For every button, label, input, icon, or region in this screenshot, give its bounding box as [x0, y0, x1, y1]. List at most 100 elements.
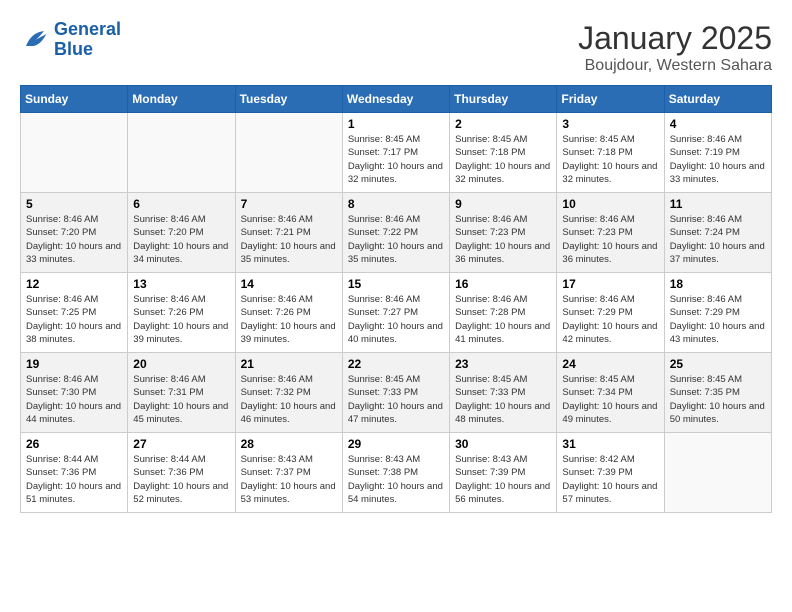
day-number: 4: [670, 117, 766, 131]
calendar-week-row: 19Sunrise: 8:46 AMSunset: 7:30 PMDayligh…: [21, 353, 772, 433]
calendar-day-cell: 12 Sunrise: 8:46 AMSunset: 7:25 PMDayligh…: [21, 273, 128, 353]
calendar-day-cell: [128, 113, 235, 193]
day-info: Sunrise: 8:46 AMSunset: 7:30 PMDaylight:…: [26, 373, 122, 426]
calendar-week-row: 5 Sunrise: 8:46 AMSunset: 7:20 PMDaylight…: [21, 193, 772, 273]
day-info: Sunrise: 8:46 AMSunset: 7:32 PMDaylight:…: [241, 373, 337, 426]
calendar-day-cell: 9Sunrise: 8:46 AMSunset: 7:23 PMDaylight…: [450, 193, 557, 273]
day-info: Sunrise: 8:46 AMSunset: 7:23 PMDaylight:…: [562, 213, 658, 266]
calendar-day-cell: 22Sunrise: 8:45 AMSunset: 7:33 PMDayligh…: [342, 353, 449, 433]
day-number: 9: [455, 197, 551, 211]
day-number: 13: [133, 277, 229, 291]
day-info: Sunrise: 8:46 AMSunset: 7:19 PMDaylight:…: [670, 133, 766, 186]
calendar-header-row: SundayMondayTuesdayWednesdayThursdayFrid…: [21, 86, 772, 113]
day-info: Sunrise: 8:45 AMSunset: 7:33 PMDaylight:…: [455, 373, 551, 426]
calendar-day-cell: 6 Sunrise: 8:46 AMSunset: 7:20 PMDaylight…: [128, 193, 235, 273]
day-info: Sunrise: 8:46 AMSunset: 7:20 PMDaylight:…: [133, 213, 229, 266]
day-info: Sunrise: 8:46 AMSunset: 7:26 PMDaylight:…: [241, 293, 337, 346]
calendar-day-cell: 4 Sunrise: 8:46 AMSunset: 7:19 PMDaylight…: [664, 113, 771, 193]
calendar-day-cell: 27 Sunrise: 8:44 AMSunset: 7:36 PMDayligh…: [128, 433, 235, 513]
logo-bird-icon: [20, 25, 50, 55]
day-info: Sunrise: 8:45 AMSunset: 7:35 PMDaylight:…: [670, 373, 766, 426]
calendar-header-monday: Monday: [128, 86, 235, 113]
calendar-day-cell: 26 Sunrise: 8:44 AMSunset: 7:36 PMDayligh…: [21, 433, 128, 513]
day-number: 17: [562, 277, 658, 291]
day-info: Sunrise: 8:46 AMSunset: 7:25 PMDaylight:…: [26, 293, 122, 346]
day-number: 1: [348, 117, 444, 131]
day-number: 6: [133, 197, 229, 211]
day-info: Sunrise: 8:46 AMSunset: 7:24 PMDaylight:…: [670, 213, 766, 266]
logo: General Blue: [20, 20, 121, 60]
calendar-day-cell: 14 Sunrise: 8:46 AMSunset: 7:26 PMDayligh…: [235, 273, 342, 353]
calendar-day-cell: 24Sunrise: 8:45 AMSunset: 7:34 PMDayligh…: [557, 353, 664, 433]
day-info: Sunrise: 8:46 AMSunset: 7:31 PMDaylight:…: [133, 373, 229, 426]
day-info: Sunrise: 8:45 AMSunset: 7:18 PMDaylight:…: [455, 133, 551, 186]
day-number: 16: [455, 277, 551, 291]
day-number: 29: [348, 437, 444, 451]
calendar-week-row: 12 Sunrise: 8:46 AMSunset: 7:25 PMDayligh…: [21, 273, 772, 353]
day-number: 14: [241, 277, 337, 291]
day-number: 23: [455, 357, 551, 371]
day-info: Sunrise: 8:46 AMSunset: 7:20 PMDaylight:…: [26, 213, 122, 266]
day-info: Sunrise: 8:46 AMSunset: 7:22 PMDaylight:…: [348, 213, 444, 266]
day-info: Sunrise: 8:43 AMSunset: 7:39 PMDaylight:…: [455, 453, 551, 506]
calendar-header-sunday: Sunday: [21, 86, 128, 113]
location: Boujdour, Western Sahara: [578, 57, 772, 75]
calendar-day-cell: 15 Sunrise: 8:46 AMSunset: 7:27 PMDayligh…: [342, 273, 449, 353]
calendar-header-friday: Friday: [557, 86, 664, 113]
day-number: 22: [348, 357, 444, 371]
day-info: Sunrise: 8:43 AMSunset: 7:38 PMDaylight:…: [348, 453, 444, 506]
calendar-day-cell: 29 Sunrise: 8:43 AMSunset: 7:38 PMDayligh…: [342, 433, 449, 513]
calendar-week-row: 26 Sunrise: 8:44 AMSunset: 7:36 PMDayligh…: [21, 433, 772, 513]
calendar-day-cell: 1 Sunrise: 8:45 AMSunset: 7:17 PMDaylight…: [342, 113, 449, 193]
day-number: 18: [670, 277, 766, 291]
day-info: Sunrise: 8:46 AMSunset: 7:29 PMDaylight:…: [562, 293, 658, 346]
day-number: 30: [455, 437, 551, 451]
calendar-day-cell: 11 Sunrise: 8:46 AMSunset: 7:24 PMDayligh…: [664, 193, 771, 273]
calendar-day-cell: 25 Sunrise: 8:45 AMSunset: 7:35 PMDayligh…: [664, 353, 771, 433]
calendar-header-thursday: Thursday: [450, 86, 557, 113]
day-number: 25: [670, 357, 766, 371]
calendar-day-cell: 31Sunrise: 8:42 AMSunset: 7:39 PMDayligh…: [557, 433, 664, 513]
day-info: Sunrise: 8:46 AMSunset: 7:27 PMDaylight:…: [348, 293, 444, 346]
day-number: 7: [241, 197, 337, 211]
day-info: Sunrise: 8:45 AMSunset: 7:17 PMDaylight:…: [348, 133, 444, 186]
calendar-day-cell: 16Sunrise: 8:46 AMSunset: 7:28 PMDayligh…: [450, 273, 557, 353]
calendar-day-cell: 5 Sunrise: 8:46 AMSunset: 7:20 PMDaylight…: [21, 193, 128, 273]
calendar-day-cell: [235, 113, 342, 193]
day-number: 12: [26, 277, 122, 291]
calendar-day-cell: 7 Sunrise: 8:46 AMSunset: 7:21 PMDaylight…: [235, 193, 342, 273]
day-info: Sunrise: 8:46 AMSunset: 7:21 PMDaylight:…: [241, 213, 337, 266]
calendar-day-cell: 3 Sunrise: 8:45 AMSunset: 7:18 PMDaylight…: [557, 113, 664, 193]
day-info: Sunrise: 8:45 AMSunset: 7:34 PMDaylight:…: [562, 373, 658, 426]
day-info: Sunrise: 8:46 AMSunset: 7:26 PMDaylight:…: [133, 293, 229, 346]
day-number: 26: [26, 437, 122, 451]
day-number: 15: [348, 277, 444, 291]
month-title: January 2025: [578, 20, 772, 57]
day-number: 28: [241, 437, 337, 451]
day-number: 27: [133, 437, 229, 451]
day-number: 5: [26, 197, 122, 211]
logo-text: General Blue: [54, 20, 121, 60]
day-info: Sunrise: 8:46 AMSunset: 7:29 PMDaylight:…: [670, 293, 766, 346]
calendar-day-cell: 20 Sunrise: 8:46 AMSunset: 7:31 PMDayligh…: [128, 353, 235, 433]
calendar-day-cell: 10 Sunrise: 8:46 AMSunset: 7:23 PMDayligh…: [557, 193, 664, 273]
day-number: 3: [562, 117, 658, 131]
title-block: January 2025 Boujdour, Western Sahara: [578, 20, 772, 75]
calendar-table: SundayMondayTuesdayWednesdayThursdayFrid…: [20, 85, 772, 513]
calendar-day-cell: [21, 113, 128, 193]
day-info: Sunrise: 8:43 AMSunset: 7:37 PMDaylight:…: [241, 453, 337, 506]
day-number: 11: [670, 197, 766, 211]
day-number: 20: [133, 357, 229, 371]
day-info: Sunrise: 8:42 AMSunset: 7:39 PMDaylight:…: [562, 453, 658, 506]
calendar-day-cell: 17 Sunrise: 8:46 AMSunset: 7:29 PMDayligh…: [557, 273, 664, 353]
calendar-day-cell: 30 Sunrise: 8:43 AMSunset: 7:39 PMDayligh…: [450, 433, 557, 513]
day-number: 10: [562, 197, 658, 211]
calendar-day-cell: [664, 433, 771, 513]
day-info: Sunrise: 8:45 AMSunset: 7:18 PMDaylight:…: [562, 133, 658, 186]
day-info: Sunrise: 8:44 AMSunset: 7:36 PMDaylight:…: [26, 453, 122, 506]
calendar-week-row: 1 Sunrise: 8:45 AMSunset: 7:17 PMDaylight…: [21, 113, 772, 193]
page-header: General Blue January 2025 Boujdour, West…: [20, 20, 772, 75]
day-number: 21: [241, 357, 337, 371]
day-info: Sunrise: 8:44 AMSunset: 7:36 PMDaylight:…: [133, 453, 229, 506]
day-number: 2: [455, 117, 551, 131]
